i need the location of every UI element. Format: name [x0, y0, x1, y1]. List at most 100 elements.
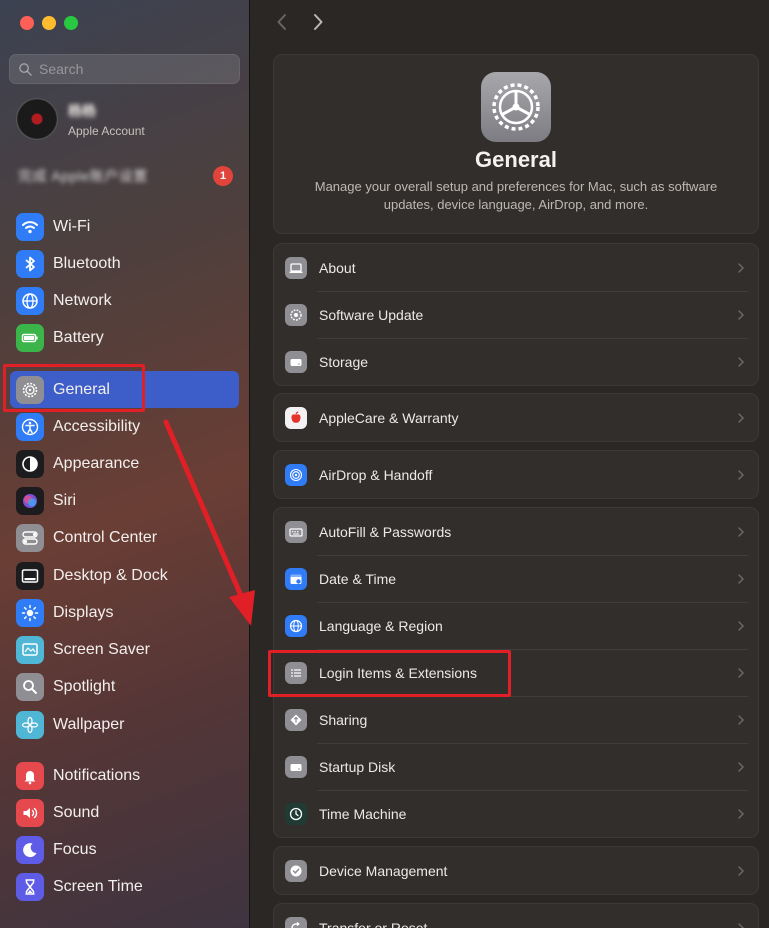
row-time-machine[interactable]: Time Machine: [274, 790, 758, 837]
row-autofill[interactable]: AutoFill & Passwords: [274, 508, 758, 555]
notice-text: 完成 Apple账户设置: [18, 168, 148, 184]
sidebar-item-label: Accessibility: [53, 417, 141, 435]
zoom-window-button[interactable]: [64, 16, 78, 30]
search-icon: [19, 62, 32, 76]
sidebar-item-label: Battery: [53, 328, 104, 346]
chevron-right-icon: [738, 714, 745, 725]
back-chevron-icon[interactable]: [275, 12, 289, 32]
window-controls: [20, 16, 78, 30]
row-label: AutoFill & Passwords: [319, 523, 452, 540]
sidebar-item-control-center[interactable]: Control Center: [10, 519, 239, 556]
drive-icon: [285, 350, 307, 373]
sidebar-item-network[interactable]: Network: [10, 282, 239, 319]
row-storage[interactable]: Storage: [274, 338, 758, 385]
account-subtitle: Apple Account: [68, 123, 145, 138]
gear-badge-icon: [285, 303, 307, 326]
row-software-update[interactable]: Software Update: [274, 291, 758, 338]
apple-icon: [285, 406, 307, 429]
sidebar-item-label: Control Center: [53, 528, 158, 546]
settings-group: Transfer or Reset: [273, 903, 759, 928]
search-input[interactable]: [39, 61, 229, 77]
chevron-right-icon: [738, 356, 745, 367]
sidebar-item-wallpaper[interactable]: Wallpaper: [10, 706, 239, 743]
sidebar-item-label: Desktop & Dock: [53, 566, 168, 584]
forward-chevron-icon[interactable]: [311, 12, 325, 32]
chevron-right-icon: [738, 808, 745, 819]
row-language-region[interactable]: Language & Region: [274, 602, 758, 649]
row-label: Time Machine: [319, 805, 407, 822]
sharing-icon: [285, 708, 307, 731]
sidebar-item-appearance[interactable]: Appearance: [10, 445, 239, 482]
chevron-right-icon: [738, 667, 745, 678]
settings-group: AirDrop & Handoff: [273, 450, 759, 499]
apple-account[interactable]: 杨杨 Apple Account: [16, 98, 145, 140]
row-startup-disk[interactable]: Startup Disk: [274, 743, 758, 790]
gear-icon: [481, 72, 551, 142]
row-sharing[interactable]: Sharing: [274, 696, 758, 743]
sidebar-item-screen-time[interactable]: Screen Time: [10, 868, 239, 905]
sidebar-item-sound[interactable]: Sound: [10, 794, 239, 831]
magnifier-icon: [16, 672, 44, 701]
sidebar-item-accessibility[interactable]: Accessibility: [10, 408, 239, 445]
sidebar-item-label: Sound: [53, 803, 100, 821]
row-label: Language & Region: [319, 617, 443, 634]
sidebar-item-label: Spotlight: [53, 677, 116, 695]
appearance-icon: [16, 449, 44, 478]
chevron-right-icon: [738, 620, 745, 631]
row-label: Device Management: [319, 862, 448, 879]
close-window-button[interactable]: [20, 16, 34, 30]
chevron-right-icon: [738, 262, 745, 273]
chevron-right-icon: [738, 469, 745, 480]
row-transfer-reset[interactable]: Transfer or Reset: [274, 904, 758, 928]
settings-group: About Software Update Storage: [273, 243, 759, 386]
row-label: Startup Disk: [319, 758, 396, 775]
flower-icon: [16, 710, 44, 739]
sidebar-item-notifications[interactable]: Notifications: [10, 757, 239, 794]
sidebar-item-label: Appearance: [53, 454, 140, 472]
sidebar-item-siri[interactable]: Siri: [10, 482, 239, 519]
speaker-icon: [16, 798, 44, 827]
control-center-icon: [16, 523, 44, 552]
highlight-box-login-items: [268, 650, 511, 697]
navigation-buttons: [275, 12, 325, 32]
page-description: Manage your overall setup and preference…: [281, 178, 751, 214]
sidebar-item-wifi[interactable]: Wi-Fi: [10, 208, 239, 245]
sidebar-item-desktop-dock[interactable]: Desktop & Dock: [10, 557, 239, 594]
dock-icon: [16, 561, 44, 590]
sidebar-item-label: Siri: [53, 491, 77, 509]
sidebar-item-label: Focus: [53, 840, 97, 858]
sidebar-item-focus[interactable]: Focus: [10, 831, 239, 868]
chevron-right-icon: [738, 573, 745, 584]
account-setup-notice[interactable]: 完成 Apple账户设置 1: [18, 166, 233, 186]
row-device-management[interactable]: Device Management: [274, 847, 758, 894]
chevron-right-icon: [738, 412, 745, 423]
row-about[interactable]: About: [274, 244, 758, 291]
moon-icon: [16, 835, 44, 864]
accessibility-icon: [16, 412, 44, 441]
sidebar-item-label: Wi-Fi: [53, 217, 91, 235]
avatar: [16, 98, 58, 140]
highlight-box-general: [3, 364, 145, 412]
wifi-icon: [16, 212, 44, 241]
sidebar-item-label: Notifications: [53, 766, 141, 784]
row-applecare[interactable]: AppleCare & Warranty: [274, 394, 758, 441]
minimize-window-button[interactable]: [42, 16, 56, 30]
sidebar-item-bluetooth[interactable]: Bluetooth: [10, 245, 239, 282]
hourglass-icon: [16, 872, 44, 901]
notification-badge: 1: [213, 166, 233, 186]
row-airdrop[interactable]: AirDrop & Handoff: [274, 451, 758, 498]
account-name: 杨杨: [68, 102, 96, 119]
sidebar: 杨杨 Apple Account 完成 Apple账户设置 1 Wi-Fi Bl…: [0, 0, 250, 928]
sidebar-item-screen-saver[interactable]: Screen Saver: [10, 631, 239, 668]
sidebar-item-spotlight[interactable]: Spotlight: [10, 668, 239, 705]
general-header: General Manage your overall setup and pr…: [273, 54, 759, 234]
search-field[interactable]: [9, 54, 240, 84]
chevron-right-icon: [738, 309, 745, 320]
row-label: AppleCare & Warranty: [319, 409, 459, 426]
row-date-time[interactable]: Date & Time: [274, 555, 758, 602]
sidebar-item-displays[interactable]: Displays: [10, 594, 239, 631]
siri-icon: [16, 486, 44, 515]
row-label: About: [319, 259, 356, 276]
calendar-clock-icon: [285, 567, 307, 590]
sidebar-item-battery[interactable]: Battery: [10, 319, 239, 356]
